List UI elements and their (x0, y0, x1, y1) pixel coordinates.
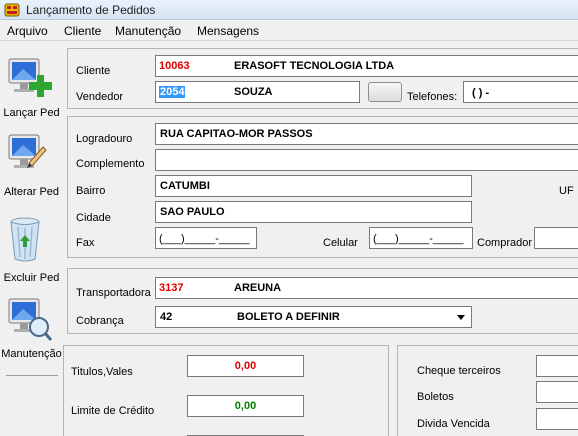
financial-left-panel: Titulos,Vales 0,00 Limite de Crédito 0,0… (63, 345, 389, 436)
customer-panel: Cliente 10063 ERASOFT TECNOLOGIA LTDA Ve… (67, 48, 578, 109)
celular-field[interactable]: (___)_____-_____ (369, 227, 473, 249)
menu-bar: Arquivo Cliente Manutenção Mensagens (0, 21, 578, 41)
sidebar-item-label: Manutenção (1, 348, 62, 360)
chevron-down-icon[interactable] (457, 315, 465, 320)
window-title: Lançamento de Pedidos (26, 3, 156, 17)
cheque-field[interactable] (536, 355, 578, 377)
comprador-field[interactable] (534, 227, 578, 249)
cobranca-code: 42 (160, 311, 173, 323)
boletos-label: Boletos (417, 391, 454, 403)
vendedor-code: 2054 (159, 86, 186, 98)
transportadora-code: 3137 (159, 282, 184, 294)
logradouro-value: RUA CAPITAO-MOR PASSOS (160, 128, 313, 140)
sidebar-item-label: Lançar Ped (3, 107, 60, 119)
monitor-search-icon (8, 298, 53, 341)
cidade-label: Cidade (76, 212, 111, 224)
uf-label: UF (559, 185, 574, 197)
comprador-label: Comprador (477, 237, 533, 249)
sidebar-divider (6, 375, 58, 376)
financial-right-panel: Cheque terceiros Boletos Divida Vencida (397, 345, 578, 436)
cheque-label: Cheque terceiros (417, 365, 501, 377)
menu-mensagens[interactable]: Mensagens (197, 24, 259, 38)
recycle-bin-icon (10, 217, 40, 262)
shipping-panel: Transportadora 3137 AREUNA Cobrança 42 B… (67, 268, 578, 334)
sidebar: Lançar Ped Alterar Ped Excluir Ped Manut… (0, 41, 63, 436)
menu-arquivo[interactable]: Arquivo (7, 24, 48, 38)
transportadora-field[interactable]: 3137 AREUNA (155, 277, 578, 299)
app-icon (4, 3, 20, 17)
sidebar-item-label: Alterar Ped (3, 186, 60, 198)
divida-label: Divida Vencida (417, 418, 490, 430)
cliente-label: Cliente (76, 65, 111, 77)
cidade-value: SAO PAULO (160, 206, 225, 218)
vendedor-label: Vendedor (76, 91, 124, 103)
cliente-code: 10063 (159, 60, 190, 72)
fax-label: Fax (76, 237, 95, 249)
divida-field[interactable] (536, 408, 578, 430)
cliente-field[interactable]: 10063 ERASOFT TECNOLOGIA LTDA (155, 55, 578, 77)
lancar-ped-button[interactable]: Lançar Ped (0, 53, 63, 121)
telefones-label: Telefones: (407, 91, 458, 103)
transportadora-name: AREUNA (234, 282, 282, 294)
telefones-field[interactable]: ( ) - (463, 81, 578, 103)
vendedor-field[interactable]: 2054 SOUZA (155, 81, 360, 103)
telefones-value: ( ) - (472, 87, 490, 99)
excluir-ped-button[interactable]: Excluir Ped (0, 213, 63, 287)
fax-value: (___)_____-_____ (159, 233, 250, 245)
transportadora-label: Transportadora (76, 287, 151, 299)
fax-field[interactable]: (___)_____-_____ (155, 227, 257, 249)
boletos-field[interactable] (536, 381, 578, 403)
titulos-value: 0,00 (234, 360, 257, 372)
address-panel: Logradouro RUA CAPITAO-MOR PASSOS Comple… (67, 116, 578, 258)
logradouro-label: Logradouro (76, 133, 133, 145)
bairro-label: Bairro (76, 185, 106, 197)
sidebar-item-label: Excluir Ped (3, 272, 60, 284)
cobranca-name: BOLETO A DEFINIR (237, 311, 340, 323)
vendedor-name: SOUZA (234, 86, 273, 98)
monitor-add-icon (8, 58, 52, 97)
bairro-field[interactable]: CATUMBI (155, 175, 472, 197)
complemento-label: Complemento (76, 158, 145, 170)
bairro-value: CATUMBI (160, 180, 210, 192)
celular-label: Celular (323, 237, 358, 249)
monitor-edit-icon (8, 134, 47, 168)
titulos-field[interactable]: 0,00 (187, 355, 304, 377)
cobranca-label: Cobrança (76, 315, 124, 327)
logradouro-field[interactable]: RUA CAPITAO-MOR PASSOS (155, 123, 578, 145)
menu-cliente[interactable]: Cliente (64, 24, 101, 38)
vendedor-lookup-button[interactable] (368, 82, 402, 102)
menu-manutencao[interactable]: Manutenção (115, 24, 181, 38)
complemento-field[interactable] (155, 149, 578, 171)
cidade-field[interactable]: SAO PAULO (155, 201, 472, 223)
titulos-label: Titulos,Vales (71, 366, 133, 378)
manutencao-button[interactable]: Manutenção (0, 295, 63, 365)
limite-value: 0,00 (234, 400, 257, 412)
title-bar: Lançamento de Pedidos (0, 0, 578, 20)
cobranca-select[interactable]: 42 BOLETO A DEFINIR (155, 306, 472, 328)
limite-field[interactable]: 0,00 (187, 395, 304, 417)
alterar-ped-button[interactable]: Alterar Ped (0, 129, 63, 199)
celular-value: (___)_____-_____ (373, 233, 464, 245)
limite-label: Limite de Crédito (71, 405, 155, 417)
cliente-name: ERASOFT TECNOLOGIA LTDA (234, 60, 395, 72)
